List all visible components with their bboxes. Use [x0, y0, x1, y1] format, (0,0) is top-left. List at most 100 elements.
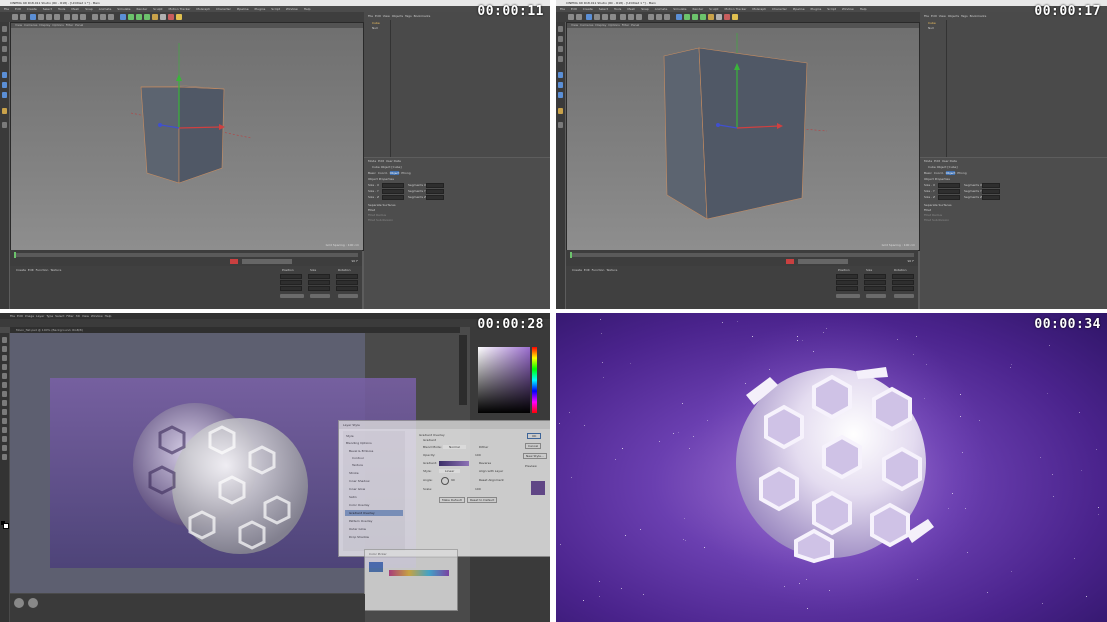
scale-icon[interactable] [46, 14, 52, 20]
snap-icon[interactable] [2, 108, 7, 114]
menu-character[interactable]: Character [772, 7, 787, 11]
obj-menu-bookmarks[interactable]: Bookmarks [970, 14, 987, 18]
ps-menu-select[interactable]: Select [55, 314, 64, 318]
attr-menu-edit[interactable]: Edit [378, 159, 384, 163]
styles-item-bevel[interactable]: Bevel & Emboss [349, 449, 373, 453]
gradient-tool-icon[interactable] [2, 418, 7, 424]
obj-menu-objects[interactable]: Objects [392, 14, 403, 18]
menu-simulate[interactable]: Simulate [673, 7, 686, 11]
texture-mode-icon[interactable] [558, 46, 563, 52]
menu-snap[interactable]: Snap [641, 7, 649, 11]
styles-item-gradient-overlay[interactable]: Gradient Overlay [349, 511, 375, 515]
pos-y-field[interactable] [836, 280, 858, 285]
obj-menu-bookmarks[interactable]: Bookmarks [414, 14, 431, 18]
styles-item-satin[interactable]: Satin [349, 495, 357, 499]
obj-menu-edit[interactable]: Edit [931, 14, 937, 18]
stamp-tool-icon[interactable] [2, 400, 7, 406]
styles-item-blending[interactable]: Blending Options [346, 441, 372, 445]
ps-menu-filter[interactable]: Filter [66, 314, 73, 318]
spline-icon[interactable] [684, 14, 690, 20]
align-checkbox[interactable]: Align with Layer [479, 469, 503, 473]
menu-plugins[interactable]: Plugins [255, 7, 266, 11]
apply-button[interactable] [894, 294, 914, 298]
cube-icon[interactable] [676, 14, 682, 20]
texture-mode-icon[interactable] [2, 46, 7, 52]
workplane-icon[interactable] [2, 56, 7, 62]
ps-menu-help[interactable]: Help [105, 314, 112, 318]
menu-tools[interactable]: Tools [58, 7, 65, 11]
separate-surfaces-checkbox[interactable]: Separate Surfaces [924, 203, 952, 207]
segments-y-input[interactable] [426, 189, 444, 194]
tab-object[interactable]: Object [389, 171, 400, 175]
menu-sculpt[interactable]: Sculpt [153, 7, 162, 11]
array-icon[interactable] [144, 14, 150, 20]
redo-icon[interactable] [20, 14, 26, 20]
ps-menu-window[interactable]: Window [91, 314, 103, 318]
menu-select[interactable]: Select [43, 7, 52, 11]
color-ramp[interactable] [389, 570, 449, 576]
separate-surfaces-checkbox[interactable]: Separate Surfaces [368, 203, 396, 207]
ps-menu-layer[interactable]: Layer [36, 314, 44, 318]
mat-function[interactable]: Function [592, 268, 605, 272]
obj-menu-edit[interactable]: Edit [375, 14, 381, 18]
light-icon[interactable] [176, 14, 182, 20]
menu-character[interactable]: Character [216, 7, 231, 11]
points-mode-icon[interactable] [2, 72, 7, 78]
menu-help[interactable]: Help [860, 7, 867, 11]
mat-edit[interactable]: Edit [28, 268, 34, 272]
menu-window[interactable]: Window [842, 7, 854, 11]
attr-menu-mode[interactable]: Mode [924, 159, 932, 163]
cube-icon[interactable] [120, 14, 126, 20]
size-y-field[interactable] [864, 280, 886, 285]
redo-icon[interactable] [576, 14, 582, 20]
styles-item-color-overlay[interactable]: Color Overlay [349, 503, 369, 507]
array-icon[interactable] [700, 14, 706, 20]
playback-controls[interactable] [798, 259, 848, 264]
perspective-viewport[interactable]: View Cameras Display Options Filter Pane… [10, 22, 364, 251]
segments-x-input[interactable] [982, 183, 1000, 188]
rotate-icon[interactable] [54, 14, 60, 20]
styles-item-inner-shadow[interactable]: Inner Shadow [349, 479, 370, 483]
mat-create[interactable]: Create [16, 268, 26, 272]
playback-controls[interactable] [242, 259, 292, 264]
size-z-field[interactable] [864, 286, 886, 291]
y-axis-icon[interactable] [72, 14, 78, 20]
tab-phong[interactable]: Phong [957, 171, 966, 175]
size-z-input[interactable] [382, 195, 404, 200]
styles-item-style[interactable]: Style [346, 434, 354, 438]
thumbnail-1[interactable] [14, 598, 24, 608]
size-x-input[interactable] [938, 183, 960, 188]
undo-icon[interactable] [568, 14, 574, 20]
crop-tool-icon[interactable] [2, 373, 7, 379]
eraser-tool-icon[interactable] [2, 409, 7, 415]
pen-tool-icon[interactable] [2, 427, 7, 433]
scale-value[interactable]: 100 [475, 487, 481, 491]
menu-render[interactable]: Render [693, 7, 704, 11]
model-mode-icon[interactable] [2, 36, 7, 42]
edges-mode-icon[interactable] [2, 82, 7, 88]
x-axis-icon[interactable] [64, 14, 70, 20]
perspective-viewport[interactable]: View Cameras Display Options Filter Pane… [566, 22, 920, 251]
size-x-field[interactable] [308, 274, 330, 279]
record-icon[interactable] [786, 259, 794, 264]
size-x-input[interactable] [382, 183, 404, 188]
undo-icon[interactable] [12, 14, 18, 20]
rot-h-field[interactable] [892, 274, 914, 279]
menu-motion-tracker[interactable]: Motion Tracker [169, 7, 191, 11]
ps-menu-type[interactable]: Type [46, 314, 53, 318]
menu-pipeline[interactable]: Pipeline [793, 7, 805, 11]
tab-basic[interactable]: Basic [924, 171, 932, 175]
menu-mesh[interactable]: Mesh [71, 7, 79, 11]
render-view-icon[interactable] [648, 14, 654, 20]
menu-animate[interactable]: Animate [99, 7, 112, 11]
menu-mograph[interactable]: MoGraph [752, 7, 766, 11]
z-axis-icon[interactable] [636, 14, 642, 20]
menu-help[interactable]: Help [304, 7, 311, 11]
preview-checkbox[interactable]: Preview [525, 464, 537, 468]
obj-menu-tags[interactable]: Tags [961, 14, 968, 18]
size-mode-dropdown[interactable] [866, 294, 886, 298]
thumbnail-2[interactable] [28, 598, 38, 608]
rot-p-field[interactable] [892, 280, 914, 285]
attr-menu-userdata[interactable]: User Data [942, 159, 957, 163]
pos-z-field[interactable] [280, 286, 302, 291]
